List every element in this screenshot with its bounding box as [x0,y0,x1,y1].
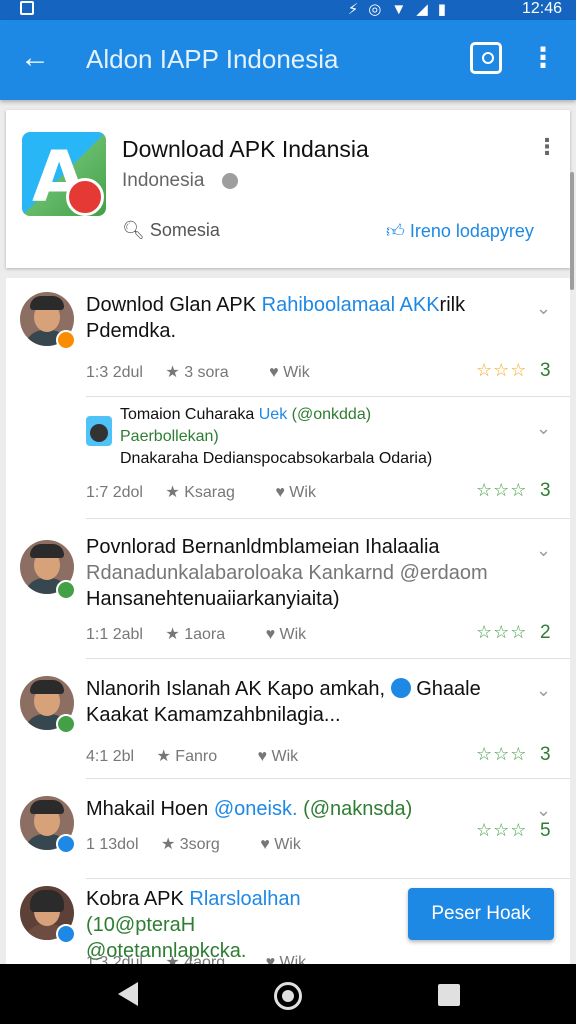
app-bar: ← Aldon IAPP Indonesia ⋮ [0,20,576,100]
chevron-down-icon[interactable]: ⌄ [536,418,551,439]
navigation-bar [0,964,576,1024]
review-item[interactable]: Povnlorad Bernanldmblameian Ihalaalia Rd… [6,520,570,660]
review-item[interactable]: Tomaion Cuharaka Uek (@onkdda) Paerbolle… [6,398,570,520]
rating-count: 5 [540,820,551,841]
review-title: Povnlorad Bernanldmblameian Ihalaalia Rd… [86,536,488,610]
verified-badge-icon [56,924,76,944]
app-name: Download APK Indansia [122,136,369,162]
nav-home-icon[interactable] [274,982,302,1010]
developer-name[interactable]: Indonesia [122,170,204,192]
search-link[interactable]: 🔍︎ Somesia [122,220,220,241]
rating-stars: ☆☆☆ [476,820,528,840]
chevron-down-icon[interactable]: ⌄ [536,800,551,821]
status-icons: ⚡◎▼◢▮ [347,1,456,18]
review-title: Tomaion Cuharaka Uek (@onkdda) Paerbolle… [120,406,433,467]
scrollbar[interactable] [570,172,574,290]
rating-stars: ☆☆☆ [476,360,528,380]
chevron-down-icon[interactable]: ⌄ [536,680,551,701]
like-button[interactable]: ★ Fanro [157,748,236,765]
divider [86,778,570,779]
comment-button[interactable]: ♥ Wik [275,484,334,501]
more-options-icon[interactable]: ⋮ [528,40,558,76]
cta-button[interactable]: Peser Hoak [408,888,554,940]
status-bar: ⚡◎▼◢▮ 12:46 [0,0,576,20]
search-icon: 🔍︎ [122,220,145,240]
comment-button[interactable]: ♥ Wik [260,836,319,853]
comment-button[interactable]: ♥ Wik [258,748,317,765]
review-meta: 4:1 2bl ★ Fanro ♥ Wik [86,746,334,766]
review-title: Downlod Glan APK Rahiboolamaal AKKrilk P… [86,294,466,342]
comment-button[interactable]: ♥ Wik [266,954,325,964]
review-meta: 1:3 2dul ★ 4aorg ♥ Wik [86,952,342,964]
app-logo: A [22,132,106,216]
verified-icon [222,173,238,189]
nav-back-icon[interactable] [118,982,138,1006]
app-bar-title: Aldon IAPP Indonesia [86,44,339,74]
bookmark-icon[interactable] [470,42,502,74]
chevron-down-icon[interactable]: ⌄ [536,298,551,319]
thumb-up-icon: 👍︎ [386,221,405,241]
nav-recents-icon[interactable] [438,984,460,1006]
chevron-down-icon[interactable]: ⌄ [536,540,551,561]
rating-stars: ☆☆☆ [476,622,528,642]
comment-button[interactable]: ♥ Wik [269,364,328,381]
card-more-icon[interactable]: ⋮ [536,134,558,160]
review-list: Downlod Glan APK Rahiboolamaal AKKrilk P… [6,278,570,964]
verified-badge-icon [56,714,76,734]
share-link[interactable]: 👍︎ Ireno lodapyrey [386,220,534,242]
verified-badge-icon [56,834,76,854]
rating-count: 3 [540,480,551,501]
review-item[interactable]: Downlod Glan APK Rahiboolamaal AKKrilk P… [6,278,570,398]
rating-count: 2 [540,622,551,643]
verified-badge-icon [56,330,76,350]
review-title: Mhakail Hoen @oneisk. (@naknsda) [86,798,413,820]
verified-account-icon [390,678,411,698]
rating-count: 3 [540,360,551,381]
like-button[interactable]: ★ 3sorg [161,836,238,853]
rating-stars: ☆☆☆ [476,744,528,764]
like-button[interactable]: ★ 1aora [165,626,243,643]
verified-badge-icon [56,580,76,600]
app-header-card: A Download APK Indansia Indonesia ⋮ 🔍︎ S… [6,110,570,268]
like-button[interactable]: ★ 4aorg [165,954,243,964]
review-meta: 1:3 2dul ★ 3 sora ♥ Wik [86,362,346,382]
review-item[interactable]: Mhakail Hoen @oneisk. (@naknsda) ⌄ 1 13d… [6,780,570,880]
rating-stars: ☆☆☆ [476,480,528,500]
rating-count: 3 [540,744,551,765]
review-title: Nlanorih Islanah AK Kapo amkah, Ghaale K… [86,678,481,726]
like-button[interactable]: ★ Ksarag [165,484,253,501]
review-meta: 1:1 2abl ★ 1aora ♥ Wik [86,624,342,644]
review-meta: 1:7 2dol ★ Ksarag ♥ Wik [86,482,352,502]
divider [86,396,570,397]
comment-button[interactable]: ♥ Wik [266,626,325,643]
notification-icon [20,1,34,15]
app-thumbnail-icon [86,416,112,446]
like-button[interactable]: ★ 3 sora [165,364,246,381]
back-arrow-icon[interactable]: ← [20,42,52,74]
divider [86,518,570,519]
review-meta: 1 13dol ★ 3sorg ♥ Wik [86,834,337,854]
divider [86,658,570,659]
review-item[interactable]: Nlanorih Islanah AK Kapo amkah, Ghaale K… [6,660,570,780]
status-time: 12:46 [521,0,562,17]
divider [86,878,570,879]
